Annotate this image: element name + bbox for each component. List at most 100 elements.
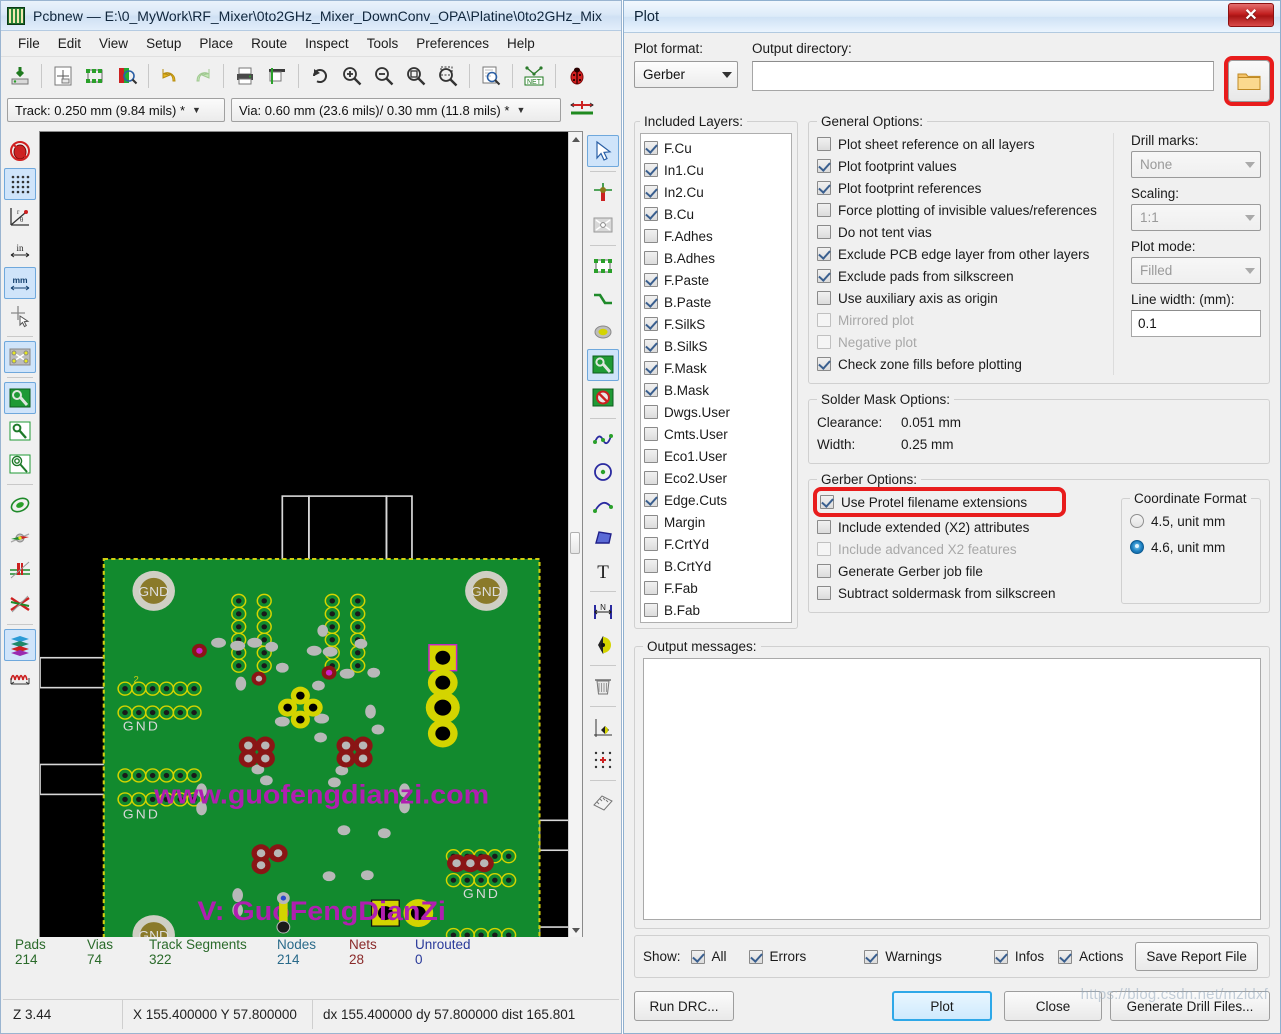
plot-icon[interactable] [262,61,292,91]
zoom-in-icon[interactable] [337,61,367,91]
add-polygon-icon[interactable] [587,522,619,554]
layer-checkbox[interactable] [644,537,658,551]
add-dimension-icon[interactable]: N [587,596,619,628]
drc-off-icon[interactable] [4,135,36,167]
option-checkbox[interactable] [817,357,831,371]
save-report-file-button[interactable]: Save Report File [1135,942,1258,971]
menu-place[interactable]: Place [190,33,242,54]
option-aux-axis-origin[interactable]: Use auxiliary axis as origin [817,287,1103,309]
menu-file[interactable]: File [9,33,49,54]
layer-checkbox[interactable] [644,229,658,243]
scroll-down-icon[interactable] [572,928,580,933]
option-check-zone-fills[interactable]: Check zone fills before plotting [817,353,1103,375]
refresh-icon[interactable] [305,61,335,91]
option-checkbox[interactable] [817,159,831,173]
add-footprint-icon[interactable] [587,250,619,282]
plot-mode-select[interactable]: Filled [1131,257,1261,284]
run-drc-button[interactable]: Run DRC... [634,991,734,1021]
close-button[interactable]: Close [1004,991,1102,1021]
layer-checkbox[interactable] [644,493,658,507]
menu-setup[interactable]: Setup [137,33,190,54]
show-vias-sketch-icon[interactable] [4,489,36,521]
layer-checkbox[interactable] [644,185,658,199]
layers-manager-icon[interactable] [4,629,36,661]
filter-errors[interactable]: Errors [748,946,806,968]
layer-item-cmts-user[interactable]: Cmts.User [644,423,791,445]
menu-route[interactable]: Route [242,33,296,54]
layer-checkbox[interactable] [644,471,658,485]
layer-item-b-crtyd[interactable]: B.CrtYd [644,555,791,577]
track-width-select[interactable]: Track: 0.250 mm (9.84 mils) * ▼ [7,98,225,122]
menu-inspect[interactable]: Inspect [296,33,358,54]
option-generate-gerber-job-file[interactable]: Generate Gerber job file [817,560,1111,582]
option-plot-footprint-references[interactable]: Plot footprint references [817,177,1103,199]
redo-icon[interactable] [187,61,217,91]
page-settings-icon[interactable] [48,61,78,91]
layer-checkbox[interactable] [644,405,658,419]
netlist-icon[interactable]: NET [519,61,549,91]
layer-checkbox[interactable] [644,361,658,375]
menu-tools[interactable]: Tools [358,33,408,54]
scroll-up-icon[interactable] [572,137,580,142]
layer-item-dwgs-user[interactable]: Dwgs.User [644,401,791,423]
zoom-out-icon[interactable] [369,61,399,91]
radio-button[interactable] [1130,540,1144,554]
pcb-canvas-surface[interactable]: GND GND GND 2 GND GND GND www.guofengdia… [40,132,582,952]
option-checkbox[interactable] [817,247,831,261]
layer-checkbox[interactable] [644,207,658,221]
zones-outline-icon[interactable] [4,415,36,447]
open-footprint-editor-icon[interactable] [80,61,110,91]
layer-item-margin[interactable]: Margin [644,511,791,533]
add-zone-icon[interactable] [587,349,619,381]
filter-checkbox[interactable] [748,949,763,964]
delete-icon[interactable] [587,670,619,702]
find-icon[interactable] [476,61,506,91]
option-checkbox[interactable] [817,225,831,239]
option-plot-footprint-values[interactable]: Plot footprint values [817,155,1103,177]
print-icon[interactable] [230,61,260,91]
menu-help[interactable]: Help [498,33,544,54]
layer-item-f-mask[interactable]: F.Mask [644,357,791,379]
save-board-icon[interactable] [5,61,35,91]
filter-actions[interactable]: Actions [1058,946,1123,968]
layer-checkbox[interactable] [644,273,658,287]
layer-item-b-silks[interactable]: B.SilkS [644,335,791,357]
option-do-not-tent-vias[interactable]: Do not tent vias [817,221,1103,243]
line-width-input[interactable]: 0.1 [1131,310,1261,337]
show-tracks-sketch-icon[interactable] [4,522,36,554]
layer-checkbox[interactable] [644,427,658,441]
layer-item-b-mask[interactable]: B.Mask [644,379,791,401]
layer-item-eco2-user[interactable]: Eco2.User [644,467,791,489]
option-include-x2-attributes[interactable]: Include extended (X2) attributes [817,516,1111,538]
layer-item-f-fab[interactable]: F.Fab [644,577,791,599]
hide-nets-icon[interactable] [4,588,36,620]
track-via-mode-icon[interactable] [567,95,597,125]
zones-filled-icon[interactable] [4,382,36,414]
layer-checkbox[interactable] [644,339,658,353]
option-checkbox[interactable] [817,137,831,151]
option-subtract-soldermask[interactable]: Subtract soldermask from silkscreen [817,582,1111,604]
add-target-icon[interactable] [587,629,619,661]
select-tool-icon[interactable] [587,135,619,167]
filter-checkbox[interactable] [1058,949,1073,964]
radio-coord-4-6[interactable]: 4.6, unit mm [1130,534,1252,560]
generate-drill-files-button[interactable]: Generate Drill Files... [1110,991,1270,1021]
show-ratsnest-icon[interactable] [4,341,36,373]
option-checkbox[interactable] [817,291,831,305]
via-size-select[interactable]: Via: 0.60 mm (23.6 mils)/ 0.30 mm (11.8 … [231,98,561,122]
canvas-vertical-scrollbar[interactable] [568,132,582,938]
filter-all[interactable]: All [690,946,727,968]
option-exclude-pads-silkscreen[interactable]: Exclude pads from silkscreen [817,265,1103,287]
layer-item-f-cu[interactable]: F.Cu [644,137,791,159]
close-icon[interactable]: ✕ [1228,3,1274,27]
add-polyline-icon[interactable] [587,423,619,455]
filter-checkbox[interactable] [993,949,1008,964]
layer-checkbox[interactable] [644,581,658,595]
set-origin-icon[interactable] [587,176,619,208]
scaling-select[interactable]: 1:1 [1131,204,1261,231]
grid-origin-icon[interactable] [587,744,619,776]
layer-checkbox[interactable] [644,163,658,177]
layer-item-f-adhes[interactable]: F.Adhes [644,225,791,247]
highlight-net-icon[interactable] [587,209,619,241]
layer-item-f-paste[interactable]: F.Paste [644,269,791,291]
